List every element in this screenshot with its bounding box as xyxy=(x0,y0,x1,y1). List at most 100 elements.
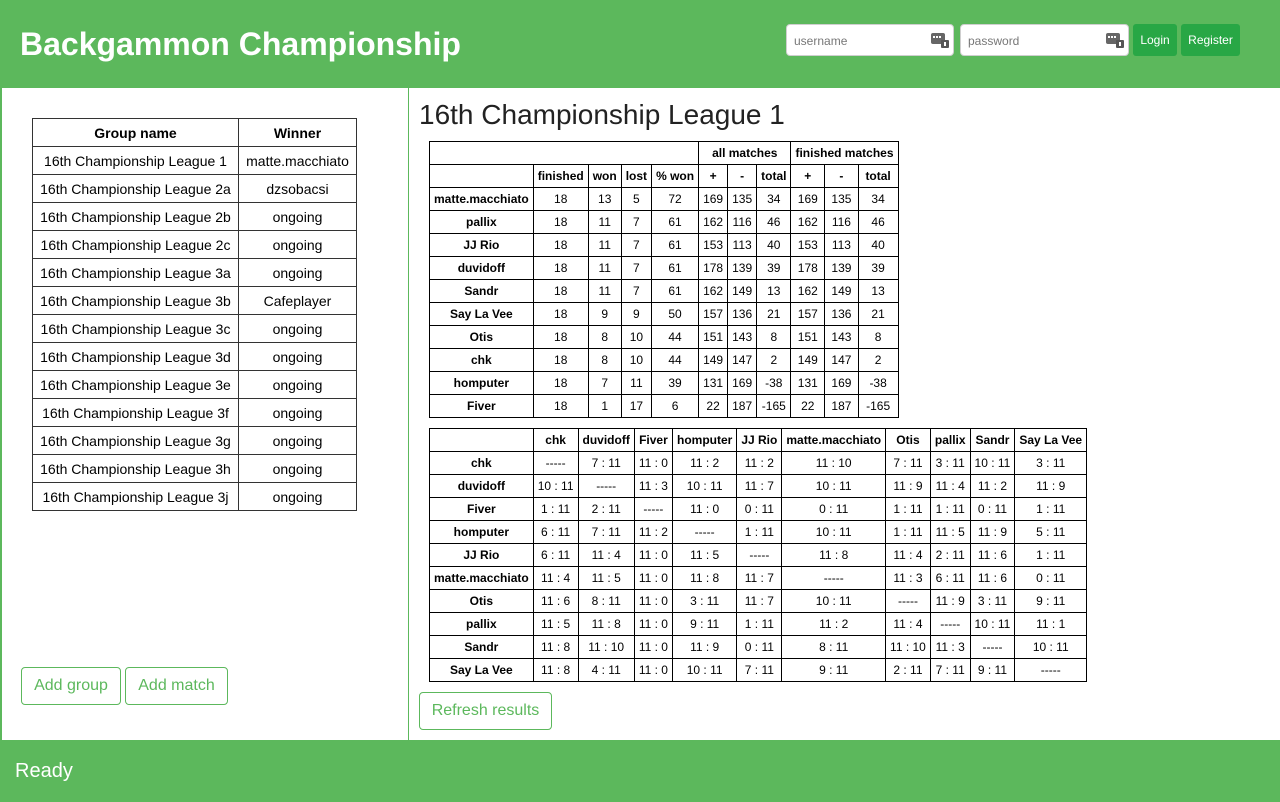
username-input[interactable] xyxy=(794,33,924,49)
match-score-cell: 7 : 11 xyxy=(885,451,931,475)
stat-cell: 169 xyxy=(824,371,859,395)
group-row[interactable]: 16th Championship League 2c ongoing xyxy=(32,230,357,259)
stat-cell: 139 xyxy=(727,256,758,280)
stat-cell: 18 xyxy=(532,394,589,418)
stat-cell: 18 xyxy=(532,279,589,303)
group-row[interactable]: 16th Championship League 2a dzsobacsi xyxy=(32,174,357,203)
group-row[interactable]: 16th Championship League 3g ongoing xyxy=(32,426,357,455)
match-score-cell: 11 : 10 xyxy=(885,635,931,659)
standings-row: homputer 18 7 11 39 131 169 -38 131 169 -38 xyxy=(429,371,899,395)
standings-row: duvidoff 18 11 7 61 178 139 39 178 139 39 xyxy=(429,256,899,280)
app-header: Backgammon Championship username Login R… xyxy=(0,0,1280,88)
group-name-cell: 16th Championship League 1 xyxy=(32,146,239,175)
stat-cell: 22 xyxy=(698,394,729,418)
matrix-player-cell: chk xyxy=(429,451,534,475)
matrix-player-cell: JJ Rio xyxy=(429,543,534,567)
stat-cell: 39 xyxy=(756,256,792,280)
add-group-button[interactable]: Add group xyxy=(21,667,121,705)
match-score-cell: 11 : 9 xyxy=(885,474,931,498)
matrix-column-header: chk xyxy=(532,428,579,452)
stat-cell: 6 xyxy=(651,394,700,418)
player-name-cell: Otis xyxy=(429,325,534,349)
match-score-cell: 8 : 11 xyxy=(577,589,635,613)
group-name-cell: 16th Championship League 2b xyxy=(32,202,239,231)
matrix-column-header: homputer xyxy=(671,428,738,452)
group-winner-cell: Cafeplayer xyxy=(238,286,357,315)
player-name-cell: matte.macchiato xyxy=(429,187,534,211)
match-score-cell: 11 : 0 xyxy=(633,635,673,659)
standings-blank-header xyxy=(428,141,700,165)
matrix-column-header: Fiver xyxy=(633,428,673,452)
match-score-cell: 7 : 11 xyxy=(929,658,971,682)
player-name-cell: Say La Vee xyxy=(429,302,534,326)
matrix-column-header: Say La Vee xyxy=(1014,428,1088,452)
standings-sub-header-row: finished won lost% won + - total + - total xyxy=(429,164,899,188)
stat-cell: 18 xyxy=(532,325,589,349)
match-score-cell: 2 : 11 xyxy=(929,543,971,567)
refresh-results-button[interactable]: Refresh results xyxy=(419,692,552,730)
stat-cell: 7 xyxy=(620,233,653,257)
stat-cell: 147 xyxy=(727,348,758,372)
match-score-cell: 11 : 0 xyxy=(633,658,673,682)
group-row[interactable]: 16th Championship League 3d ongoing xyxy=(32,342,357,371)
results-matrix-header: chk duvidoff Fiver homputer JJ Rio matte.macc… xyxy=(429,428,1088,452)
match-score-cell: 11 : 2 xyxy=(781,612,887,636)
standings-column-header: won xyxy=(587,164,622,188)
results-matrix-table: chk duvidoff Fiver homputer JJ Rio matte.macc… xyxy=(429,428,1088,682)
match-score-cell: 11 : 6 xyxy=(969,566,1016,590)
stat-cell: 149 xyxy=(790,348,826,372)
stat-cell: 157 xyxy=(790,302,826,326)
stat-cell: 149 xyxy=(727,279,758,303)
group-row[interactable]: 16th Championship League 3j ongoing xyxy=(32,482,357,511)
stat-cell: 61 xyxy=(651,256,700,280)
status-bar: Ready xyxy=(0,740,1280,802)
matrix-player-cell: pallix xyxy=(429,612,534,636)
match-score-cell: 11 : 3 xyxy=(633,474,673,498)
standings-column-header: % won xyxy=(651,164,700,188)
stat-cell: 7 xyxy=(620,256,653,280)
match-score-cell: 1 : 11 xyxy=(1014,497,1088,521)
stat-cell: 44 xyxy=(651,325,700,349)
group-row[interactable]: 16th Championship League 3e ongoing xyxy=(32,370,357,399)
group-row[interactable]: 16th Championship League 3f ongoing xyxy=(32,398,357,427)
matrix-column-header: pallix xyxy=(929,428,971,452)
standings-row: Fiver 18 1 17 6 22 187 -165 22 187 -165 xyxy=(429,394,899,418)
password-manager-key-icon[interactable] xyxy=(931,32,949,48)
stat-cell: 8 xyxy=(756,325,792,349)
stat-cell: 143 xyxy=(824,325,859,349)
stat-cell: 178 xyxy=(698,256,729,280)
group-row[interactable]: 16th Championship League 3h ongoing xyxy=(32,454,357,483)
stat-cell: 116 xyxy=(824,210,859,234)
login-button[interactable]: Login xyxy=(1133,24,1177,56)
stat-cell: 13 xyxy=(756,279,792,303)
register-button[interactable]: Register xyxy=(1181,24,1240,56)
stat-cell: 151 xyxy=(790,325,826,349)
match-score-cell: 11 : 5 xyxy=(577,566,635,590)
stat-cell: 162 xyxy=(790,210,826,234)
group-row[interactable]: 16th Championship League 2b ongoing xyxy=(32,202,357,231)
standings-column-header: total xyxy=(756,164,792,188)
password-input[interactable] xyxy=(968,33,1098,49)
stat-cell: 8 xyxy=(857,325,899,349)
group-row[interactable]: 16th Championship League 3c ongoing xyxy=(32,314,357,343)
add-match-button[interactable]: Add match xyxy=(125,667,228,705)
match-score-cell: 11 : 1 xyxy=(1014,612,1088,636)
stat-cell: 7 xyxy=(587,371,622,395)
stat-cell: 139 xyxy=(824,256,859,280)
player-name-cell: Sandr xyxy=(429,279,534,303)
stat-cell: 135 xyxy=(727,187,758,211)
stat-cell: 11 xyxy=(587,233,622,257)
group-row[interactable]: 16th Championship League 3a ongoing xyxy=(32,258,357,287)
standings-row: JJ Rio 18 11 7 61 153 113 40 153 113 40 xyxy=(429,233,899,257)
group-row[interactable]: 16th Championship League 3b Cafeplayer xyxy=(32,286,357,315)
group-row[interactable]: 16th Championship League 1 matte.macchiat… xyxy=(32,146,357,175)
stat-cell: 162 xyxy=(698,279,729,303)
match-score-cell: 5 : 11 xyxy=(1014,520,1088,544)
groups-panel: Group name Winner 16th Championship Leag… xyxy=(0,88,409,740)
groups-table: Group name Winner 16th Championship Leag… xyxy=(32,118,357,511)
stat-cell: 18 xyxy=(532,187,589,211)
password-manager-key-icon[interactable] xyxy=(1106,32,1124,48)
group-name-cell: 16th Championship League 3c xyxy=(32,314,239,343)
stat-cell: 187 xyxy=(727,394,758,418)
match-score-cell: ----- xyxy=(969,635,1016,659)
